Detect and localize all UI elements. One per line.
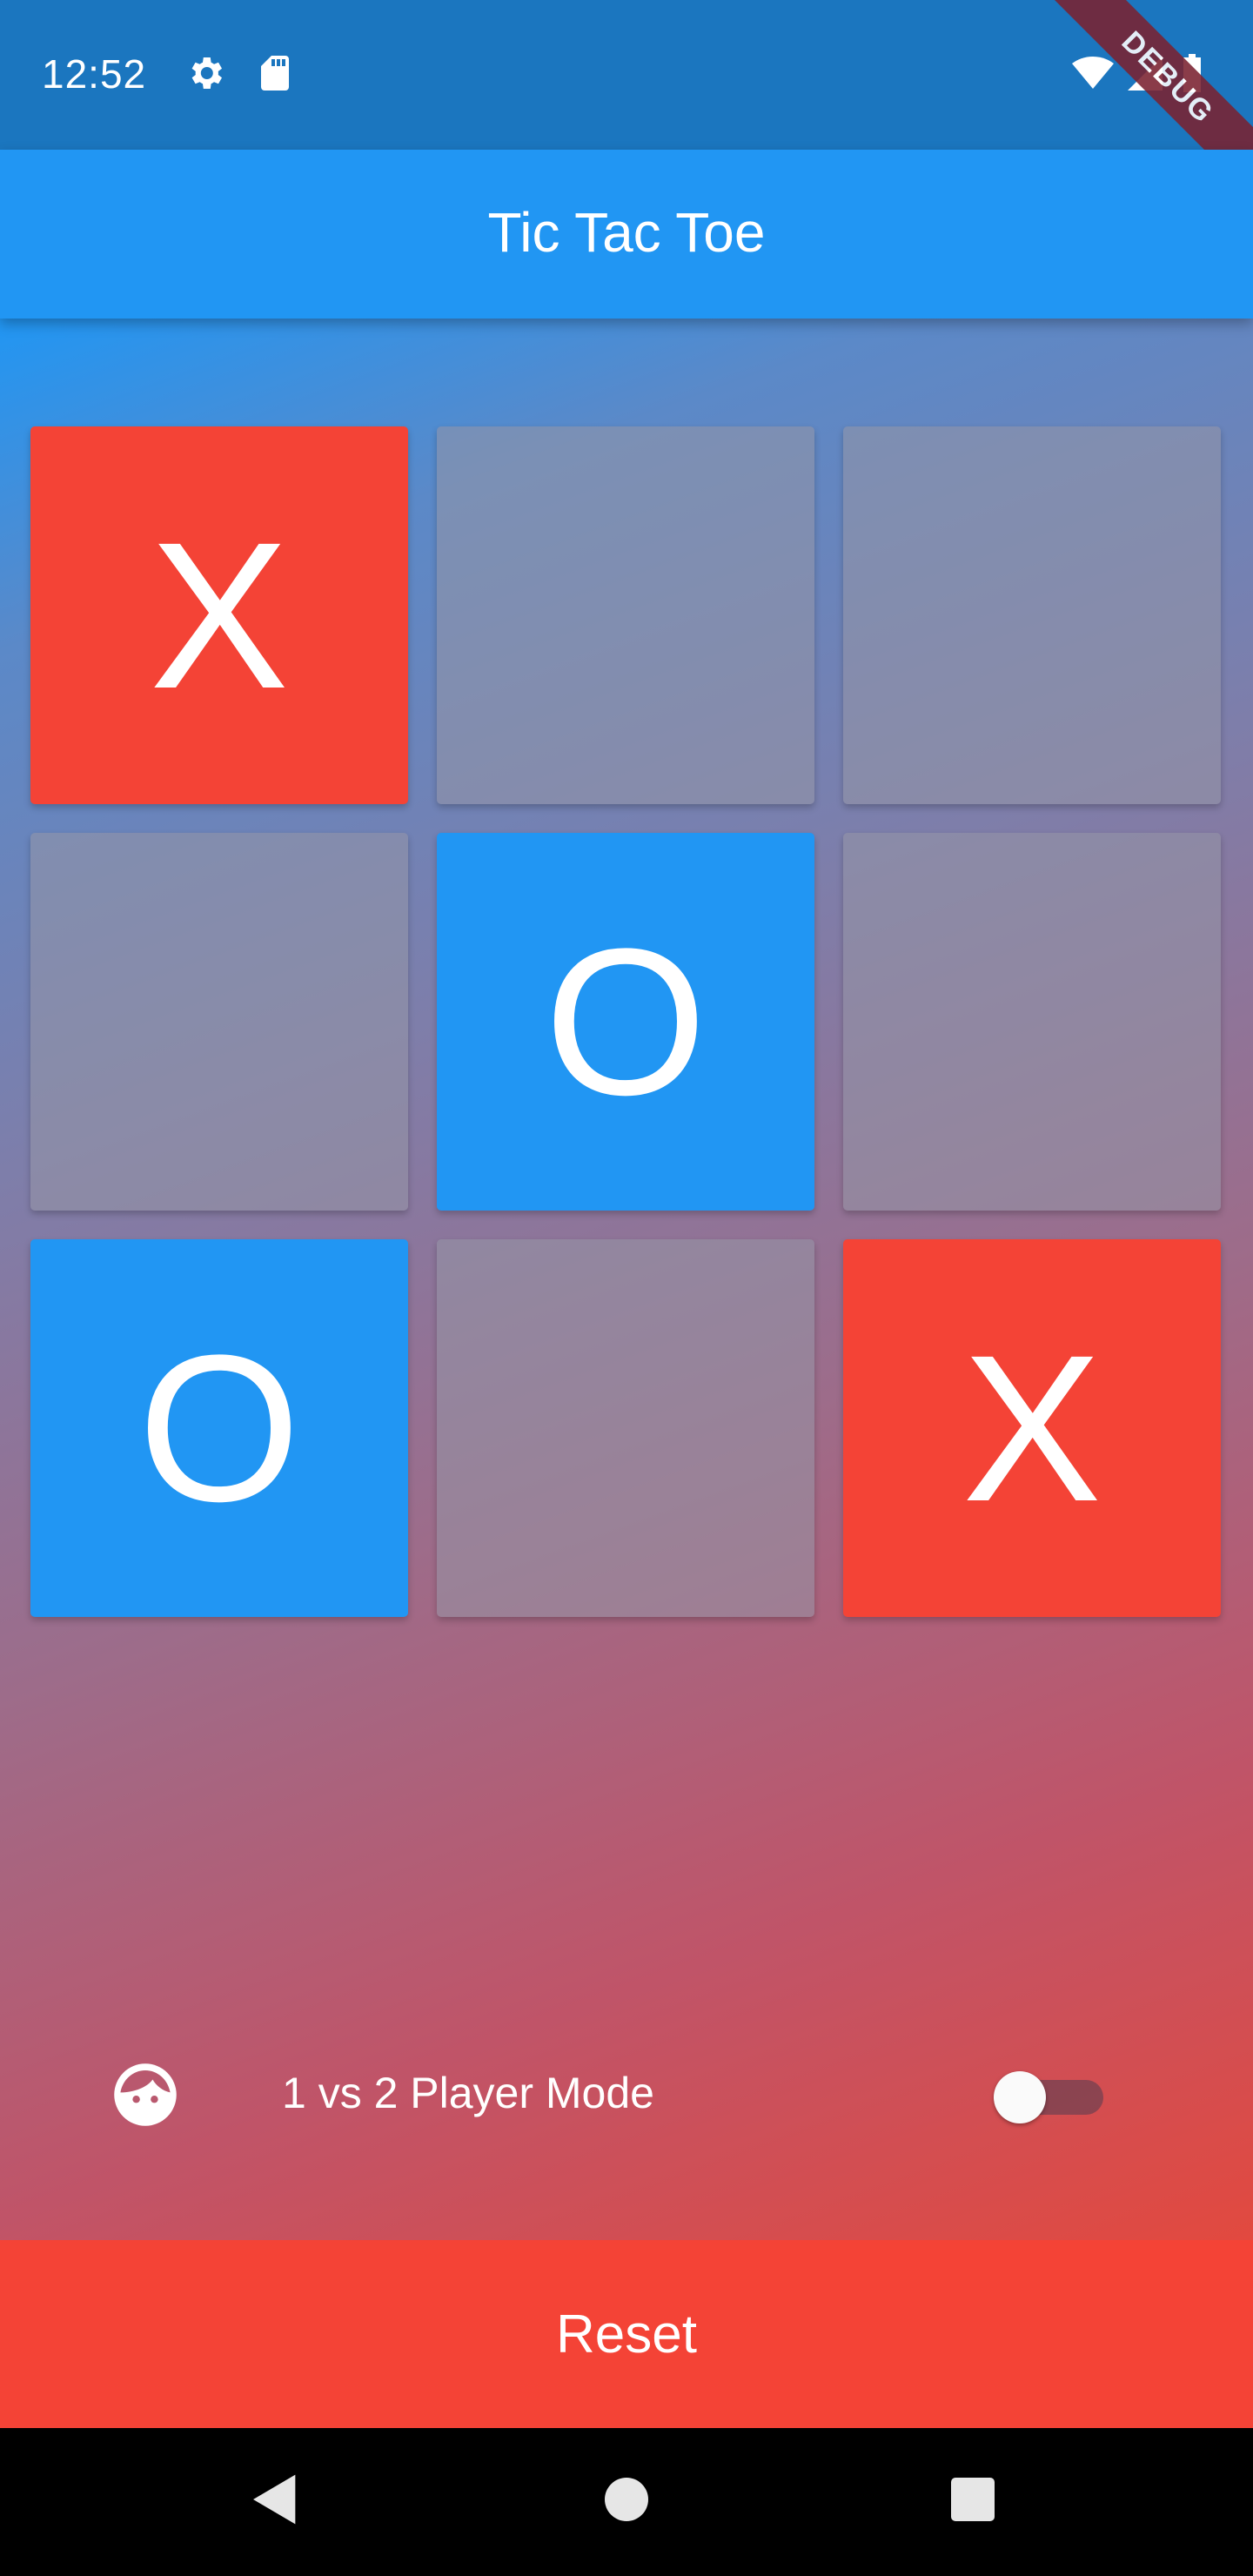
cell-mark: O (137, 1311, 301, 1545)
cell-mark: X (962, 1311, 1102, 1545)
sd-card-icon (254, 52, 296, 94)
reset-button-label: Reset (556, 2304, 697, 2365)
game-board: X O O X (30, 426, 1223, 1619)
player-mode-label: 1 vs 2 Player Mode (282, 2069, 654, 2117)
board-cell-2[interactable] (437, 426, 814, 804)
wifi-icon (1069, 52, 1117, 94)
board-cell-5[interactable]: O (437, 833, 814, 1211)
status-bar: 12:52 DEBUG (0, 0, 1253, 212)
recents-icon[interactable] (938, 2465, 1008, 2534)
board-cell-1[interactable]: X (30, 426, 408, 804)
board-cell-3[interactable] (843, 426, 1221, 804)
status-time: 12:52 (42, 51, 147, 97)
screen: 12:52 DEBUG Tic Tac Toe X O O X 1 vs 2 P… (0, 0, 1253, 2576)
reset-button[interactable]: Reset (0, 2240, 1253, 2428)
home-icon[interactable] (592, 2465, 661, 2534)
player-mode-toggle[interactable] (994, 2071, 1105, 2123)
system-nav-bar (0, 2428, 1253, 2576)
app-title: Tic Tac Toe (487, 201, 766, 264)
cell-mark: X (149, 499, 290, 732)
player-mode-row: 1 vs 2 Player Mode (0, 2036, 1253, 2148)
settings-icon (184, 52, 226, 94)
toggle-thumb (994, 2071, 1046, 2123)
app-bar: Tic Tac Toe (0, 150, 1253, 319)
board-cell-4[interactable] (30, 833, 408, 1211)
cell-mark: O (544, 905, 707, 1138)
back-icon[interactable] (240, 2465, 310, 2534)
board-cell-6[interactable] (843, 833, 1221, 1211)
face-icon (111, 2061, 179, 2129)
board-cell-9[interactable]: X (843, 1239, 1221, 1617)
board-cell-7[interactable]: O (30, 1239, 408, 1617)
board-cell-8[interactable] (437, 1239, 814, 1617)
